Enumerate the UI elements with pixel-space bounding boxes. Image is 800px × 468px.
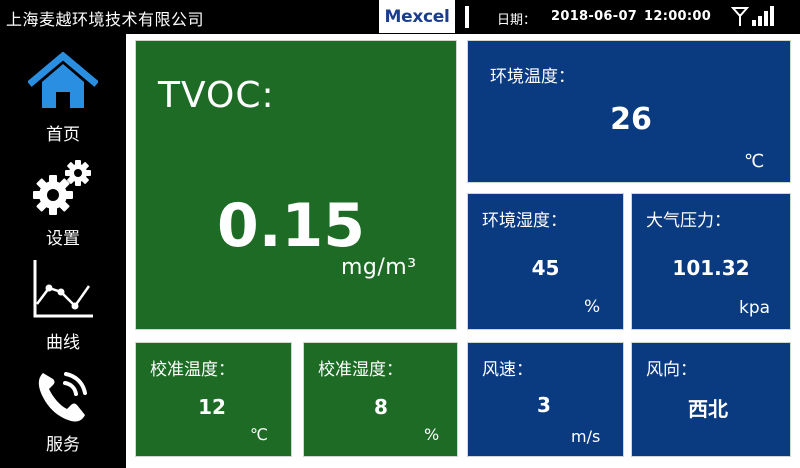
pressure-unit: kpa [739, 298, 771, 318]
humidity-unit: % [584, 297, 601, 317]
sidebar-item-label: 设置 [46, 229, 80, 249]
calibration-humidity-unit: % [424, 425, 440, 444]
humidity-label: 环境湿度： [482, 211, 567, 231]
brand-logo: Mexcel [379, 0, 455, 33]
calibration-humidity-card[interactable]: 校准湿度： 8 % [303, 342, 458, 457]
temperature-unit: ℃ [744, 151, 765, 172]
wind-speed-value: 3 [537, 393, 551, 417]
divider [465, 6, 469, 28]
phone-icon [28, 364, 98, 426]
temperature-value: 26 [610, 102, 652, 137]
date-label: 日期： [497, 13, 537, 28]
temperature-label: 环境温度： [490, 67, 575, 87]
wind-speed-card: 风速： 3 m/s [467, 342, 624, 457]
sidebar-item-label: 曲线 [46, 333, 80, 353]
calibration-temperature-unit: ℃ [250, 425, 268, 444]
calibration-humidity-label: 校准湿度： [318, 360, 403, 380]
tvoc-label: TVOC: [158, 75, 275, 116]
humidity-value: 45 [531, 256, 560, 280]
home-icon [28, 50, 98, 112]
sidebar-item-label: 服务 [46, 435, 80, 455]
calibration-temperature-value: 12 [198, 395, 226, 419]
sidebar-item-settings[interactable]: 设置 [0, 154, 126, 254]
gear-icon [28, 156, 98, 218]
company-name: 上海麦越环境技术有限公司 [6, 10, 205, 29]
signal-strength-icon [731, 6, 774, 26]
wind-speed-unit: m/s [571, 427, 601, 446]
pressure-card: 大气压力： 101.32 kpa [631, 193, 791, 330]
tvoc-unit: mg/m³ [341, 255, 417, 280]
sidebar: 首页 设置 曲线 服务 [0, 34, 126, 468]
wind-direction-card: 风向： 西北 [631, 342, 791, 457]
status-bar: 上海麦越环境技术有限公司 Mexcel 日期： 2018-06-07 12:00… [0, 0, 800, 34]
tvoc-value: 0.15 [216, 191, 366, 261]
line-chart-icon [28, 258, 98, 320]
humidity-card: 环境湿度： 45 % [467, 193, 624, 330]
pressure-label: 大气压力： [646, 211, 731, 231]
wind-speed-label: 风速： [482, 360, 533, 380]
pressure-value: 101.32 [672, 256, 750, 280]
date-value: 2018-06-07 [551, 9, 638, 24]
wind-direction-label: 风向： [646, 360, 697, 380]
temperature-card: 环境温度： 26 ℃ [467, 40, 791, 183]
calibration-humidity-value: 8 [374, 395, 388, 419]
sidebar-item-service[interactable]: 服务 [0, 360, 126, 460]
sidebar-item-home[interactable]: 首页 [0, 50, 126, 150]
sidebar-item-label: 首页 [46, 125, 80, 145]
brand-text: Mexcel [384, 6, 450, 27]
tvoc-card: TVOC: 0.15 mg/m³ [135, 40, 457, 330]
wind-direction-value: 西北 [688, 397, 728, 421]
calibration-temperature-label: 校准温度： [150, 360, 235, 380]
sidebar-item-curve[interactable]: 曲线 [0, 258, 126, 358]
time-value: 12:00:00 [644, 9, 712, 24]
calibration-temperature-card[interactable]: 校准温度： 12 ℃ [135, 342, 292, 457]
